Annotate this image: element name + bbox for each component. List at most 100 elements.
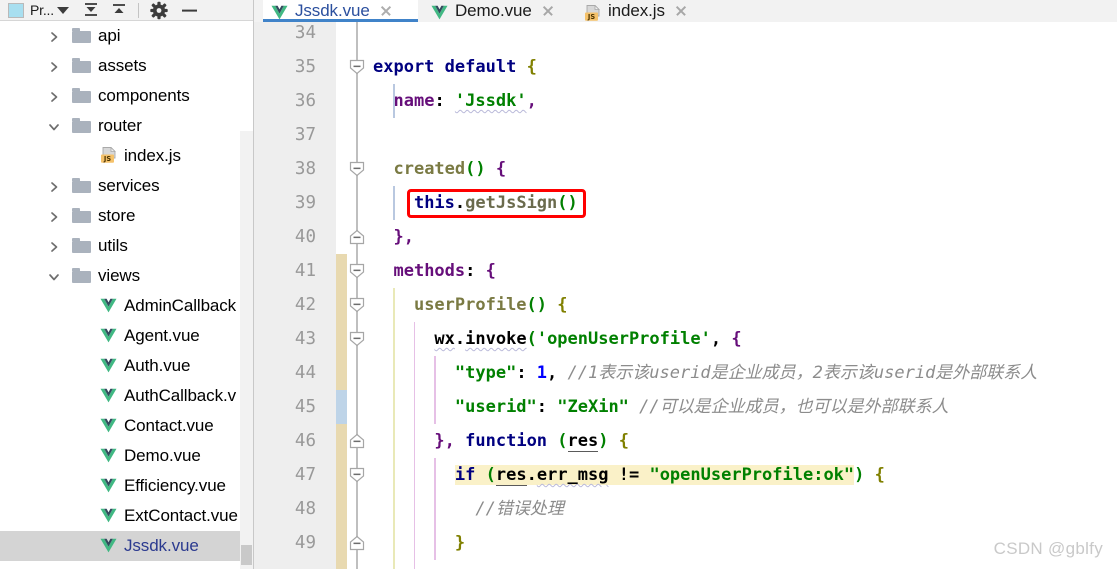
fold-collapse-icon[interactable] bbox=[348, 58, 366, 76]
code-line[interactable]: userProfile() { bbox=[373, 288, 568, 322]
code-line[interactable]: wx.invoke('openUserProfile', { bbox=[373, 322, 741, 356]
close-icon[interactable] bbox=[541, 4, 555, 18]
tree-item-label: assets bbox=[98, 56, 147, 75]
tree-item-store[interactable]: store bbox=[0, 201, 253, 231]
tree-item-agent-vue[interactable]: Agent.vue bbox=[0, 321, 253, 351]
fold-end-icon[interactable] bbox=[348, 432, 366, 450]
vcs-change-marker-modified[interactable] bbox=[336, 254, 347, 390]
code-line[interactable]: }, bbox=[373, 220, 414, 254]
chevron-right-icon[interactable] bbox=[47, 239, 61, 253]
fold-collapse-icon[interactable] bbox=[348, 466, 366, 484]
tree-item-demo-vue[interactable]: Demo.vue bbox=[0, 441, 253, 471]
code-line[interactable]: this.getJsSign() bbox=[373, 186, 578, 220]
tree-item-components[interactable]: components bbox=[0, 81, 253, 111]
tree-item-auth-vue[interactable]: Auth.vue bbox=[0, 351, 253, 381]
tree-item-contact-vue[interactable]: Contact.vue bbox=[0, 411, 253, 441]
folder-icon bbox=[72, 118, 91, 133]
folder-icon bbox=[72, 88, 91, 103]
code-token: } bbox=[393, 227, 404, 247]
chevron-down-icon[interactable] bbox=[56, 6, 69, 14]
fold-collapse-icon[interactable] bbox=[348, 296, 366, 314]
code-line[interactable]: } bbox=[373, 526, 465, 560]
minimize-icon[interactable] bbox=[174, 0, 204, 21]
line-number: 42 bbox=[294, 295, 316, 315]
chevron-right-icon[interactable] bbox=[47, 89, 61, 103]
expand-all-icon[interactable] bbox=[105, 0, 133, 21]
tree-item-router[interactable]: router bbox=[0, 111, 253, 141]
code-editor[interactable]: 34 35 36 37 38 39 40 41 42 43 44 45 46 47 48 49 50 expor… bbox=[254, 22, 1117, 569]
tree-item-views[interactable]: views bbox=[0, 261, 253, 291]
code-token: : bbox=[465, 261, 486, 281]
tree-scrollbar-thumb[interactable] bbox=[241, 545, 252, 565]
close-icon[interactable] bbox=[379, 4, 393, 18]
code-token: methods bbox=[393, 261, 466, 281]
tree-item-label: Auth.vue bbox=[124, 356, 191, 375]
code-token: err_msg bbox=[536, 465, 609, 485]
code-line[interactable]: if (res.err_msg != "openUserProfile:ok")… bbox=[373, 458, 885, 492]
line-number: 35 bbox=[294, 57, 316, 77]
code-token: 'openUserProfile' bbox=[536, 329, 711, 349]
code-line[interactable]: }); bbox=[373, 560, 465, 569]
tree-item-services[interactable]: services bbox=[0, 171, 253, 201]
code-token: default bbox=[444, 57, 517, 77]
chevron-right-icon[interactable] bbox=[47, 29, 61, 43]
editor-tab-demo-vue[interactable]: Demo.vue bbox=[423, 0, 571, 22]
chevron-right-icon[interactable] bbox=[47, 59, 61, 73]
code-token: { bbox=[495, 159, 507, 179]
indent-guide bbox=[393, 84, 395, 118]
indent-guide bbox=[434, 356, 436, 424]
tree-item-admincallback[interactable]: AdminCallback bbox=[0, 291, 253, 321]
chevron-right-icon[interactable] bbox=[47, 179, 61, 193]
fold-collapse-icon[interactable] bbox=[348, 330, 366, 348]
vue-icon bbox=[100, 328, 117, 343]
tree-item-icon bbox=[100, 298, 120, 316]
tree-item-jssdk-vue[interactable]: Jssdk.vue bbox=[0, 531, 253, 561]
code-line[interactable]: export default { bbox=[373, 50, 537, 84]
vcs-change-marker-modified[interactable] bbox=[336, 424, 347, 569]
project-title-button[interactable]: Pr... bbox=[0, 0, 69, 21]
fold-end-icon[interactable] bbox=[348, 534, 366, 552]
tree-item-utils[interactable]: utils bbox=[0, 231, 253, 261]
tree-item-efficiency-vue[interactable]: Efficiency.vue bbox=[0, 471, 253, 501]
tree-item-index-js[interactable]: JS index.js bbox=[0, 141, 253, 171]
tree-item-extcontact-vue[interactable]: ExtContact.vue bbox=[0, 501, 253, 531]
close-icon[interactable] bbox=[674, 4, 688, 18]
tree-item-icon bbox=[100, 478, 120, 496]
tree-scrollbar-track[interactable] bbox=[240, 131, 253, 569]
code-line[interactable]: //错误处理 bbox=[373, 492, 564, 526]
vue-icon bbox=[100, 298, 117, 313]
vue-icon bbox=[431, 5, 449, 20]
project-file-tree[interactable]: api assets components router JS index.js servi… bbox=[0, 21, 253, 569]
code-line[interactable]: "type": 1, //1表示该userid是企业成员，2表示该userid是… bbox=[373, 356, 1037, 390]
code-line[interactable]: created() { bbox=[373, 152, 506, 186]
tree-item-icon bbox=[100, 448, 120, 466]
tree-item-assets[interactable]: assets bbox=[0, 51, 253, 81]
vue-icon bbox=[271, 5, 289, 20]
tree-item-api[interactable]: api bbox=[0, 21, 253, 51]
code-line[interactable]: name: 'Jssdk', bbox=[373, 84, 536, 118]
code-folding-column[interactable] bbox=[347, 22, 367, 569]
code-token: , bbox=[547, 363, 558, 383]
gear-icon[interactable] bbox=[144, 0, 174, 21]
vue-icon bbox=[100, 358, 117, 373]
code-line[interactable]: "userid": "ZeXin" //可以是企业成员，也可以是外部联系人 bbox=[373, 390, 949, 424]
editor-tab-index-js[interactable]: JS index.js bbox=[576, 0, 720, 22]
fold-end-icon[interactable] bbox=[348, 228, 366, 246]
code-line[interactable]: methods: { bbox=[373, 254, 495, 288]
tree-item-icon bbox=[100, 358, 120, 376]
code-token: //错误处理 bbox=[475, 499, 564, 519]
code-content[interactable]: export default { name: 'Jssdk', created(… bbox=[367, 22, 1117, 569]
code-line[interactable]: }, function (res) { bbox=[373, 424, 629, 458]
collapse-all-icon[interactable] bbox=[77, 0, 105, 21]
fold-collapse-icon[interactable] bbox=[348, 160, 366, 178]
vcs-change-marker-added[interactable] bbox=[336, 390, 347, 424]
chevron-down-icon[interactable] bbox=[47, 269, 61, 283]
chevron-down-icon[interactable] bbox=[47, 119, 61, 133]
folder-icon bbox=[72, 178, 91, 193]
tree-item-authcallback-v[interactable]: AuthCallback.v bbox=[0, 381, 253, 411]
chevron-right-icon[interactable] bbox=[47, 209, 61, 223]
fold-collapse-icon[interactable] bbox=[348, 262, 366, 280]
